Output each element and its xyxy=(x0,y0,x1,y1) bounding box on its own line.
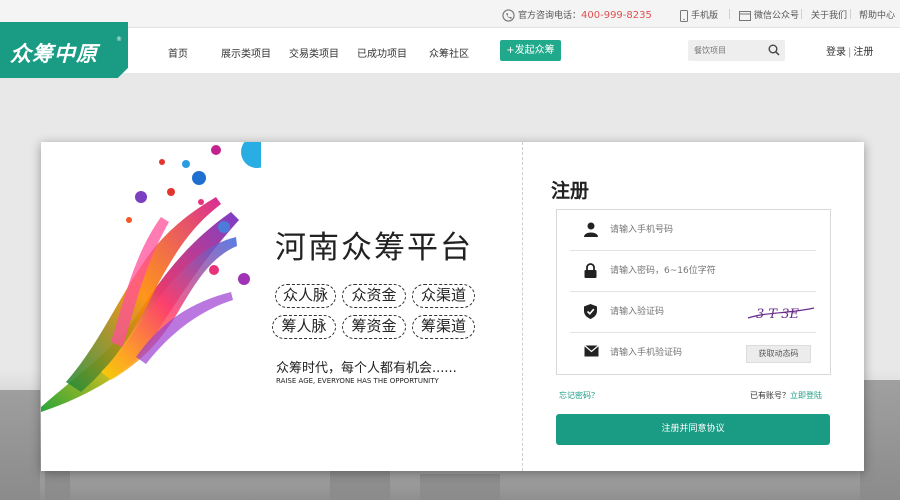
building xyxy=(420,474,500,500)
hotline-label: 官方咨询电话： xyxy=(518,11,582,21)
promo-tag: 众人脉 xyxy=(275,284,336,308)
auth-links: 登录 | 注册 xyxy=(826,43,873,58)
mobile-label: 手机版 xyxy=(691,11,719,21)
main-header: 首页 展示类项目 交易类项目 已成功项目 众筹社区 +发起众筹 登录|注册 xyxy=(0,28,900,74)
divider xyxy=(729,9,730,19)
captcha-text: 3 T 3E xyxy=(756,307,799,322)
mobile-link[interactable]: 手机版 xyxy=(680,8,718,22)
hotline: 官方咨询电话：400-999-8235 xyxy=(502,8,652,22)
phone-icon xyxy=(502,9,515,22)
wechat-label: 微信公众号 xyxy=(754,11,800,21)
colorful-flower-illustration xyxy=(41,142,261,412)
divider xyxy=(801,9,802,19)
phone-row xyxy=(570,210,816,251)
register-submit-button[interactable]: 注册并同意协议 xyxy=(556,414,830,445)
captcha-image[interactable]: 3 T 3E xyxy=(746,298,816,326)
password-row xyxy=(570,251,816,292)
promo-tag: 筹人脉 xyxy=(272,315,336,339)
promo-tag: 众渠道 xyxy=(412,284,475,308)
logo[interactable]: 众筹中原 ® xyxy=(0,22,128,78)
shield-check-icon xyxy=(584,304,597,319)
wechat-icon xyxy=(739,10,751,21)
logo-text: 众筹中原 xyxy=(10,42,98,66)
building xyxy=(0,390,40,500)
building xyxy=(860,380,900,500)
help-link[interactable]: 帮助中心 xyxy=(859,8,895,21)
promo-tag: 筹渠道 xyxy=(412,315,475,339)
login-now-link[interactable]: 立即登陆 xyxy=(790,391,822,400)
promo-tag: 筹资金 xyxy=(342,315,406,339)
promo-tag: 众资金 xyxy=(342,284,406,308)
lock-icon xyxy=(584,263,597,278)
has-account: 已有账号？立即登陆 xyxy=(750,390,822,401)
sms-code-input[interactable] xyxy=(610,344,750,362)
envelope-icon xyxy=(584,345,599,357)
promo-slogan: 众筹时代，每个人都有机会...... xyxy=(276,361,457,376)
user-icon xyxy=(584,222,598,237)
search-input[interactable] xyxy=(688,40,763,61)
login-link[interactable]: 登录 xyxy=(826,47,846,58)
nav-community[interactable]: 众筹社区 xyxy=(429,45,469,60)
wechat-link[interactable]: 微信公众号 xyxy=(739,8,799,21)
nav-successful-projects[interactable]: 已成功项目 xyxy=(357,45,407,60)
captcha-row: 3 T 3E xyxy=(570,292,816,333)
divider xyxy=(850,9,851,19)
logo-registered-mark: ® xyxy=(116,36,122,43)
hotline-number: 400-999-8235 xyxy=(581,10,652,21)
search-box xyxy=(688,40,785,61)
forgot-password-link[interactable]: 忘记密码？ xyxy=(559,390,599,401)
captcha-input[interactable] xyxy=(610,303,750,321)
nav-trade-projects[interactable]: 交易类项目 xyxy=(289,45,339,60)
nav-home[interactable]: 首页 xyxy=(168,45,188,60)
get-sms-code-button[interactable]: 获取动态码 xyxy=(746,345,811,363)
top-utility-bar: 官方咨询电话：400-999-8235 手机版 微信公众号 关于我们 帮助中心 xyxy=(0,0,900,28)
about-link[interactable]: 关于我们 xyxy=(811,8,847,21)
form-title: 注册 xyxy=(551,180,590,202)
search-icon[interactable] xyxy=(768,44,780,56)
promo-title: 河南众筹平台 xyxy=(275,230,473,266)
mobile-icon xyxy=(680,9,688,22)
nav-showcase-projects[interactable]: 展示类项目 xyxy=(221,45,271,60)
has-account-text: 已有账号？ xyxy=(750,391,790,400)
card-divider xyxy=(522,142,523,471)
sms-row: 获取动态码 xyxy=(570,333,816,374)
password-input[interactable] xyxy=(610,262,750,280)
building xyxy=(330,470,390,500)
register-link[interactable]: 注册 xyxy=(853,47,873,58)
phone-input[interactable] xyxy=(610,221,750,239)
auth-divider: | xyxy=(848,47,852,58)
launch-crowdfunding-button[interactable]: +发起众筹 xyxy=(500,40,561,61)
promo-slogan-en: RAISE AGE, EVERYONE HAS THE OPPORTUNITY xyxy=(276,377,439,385)
